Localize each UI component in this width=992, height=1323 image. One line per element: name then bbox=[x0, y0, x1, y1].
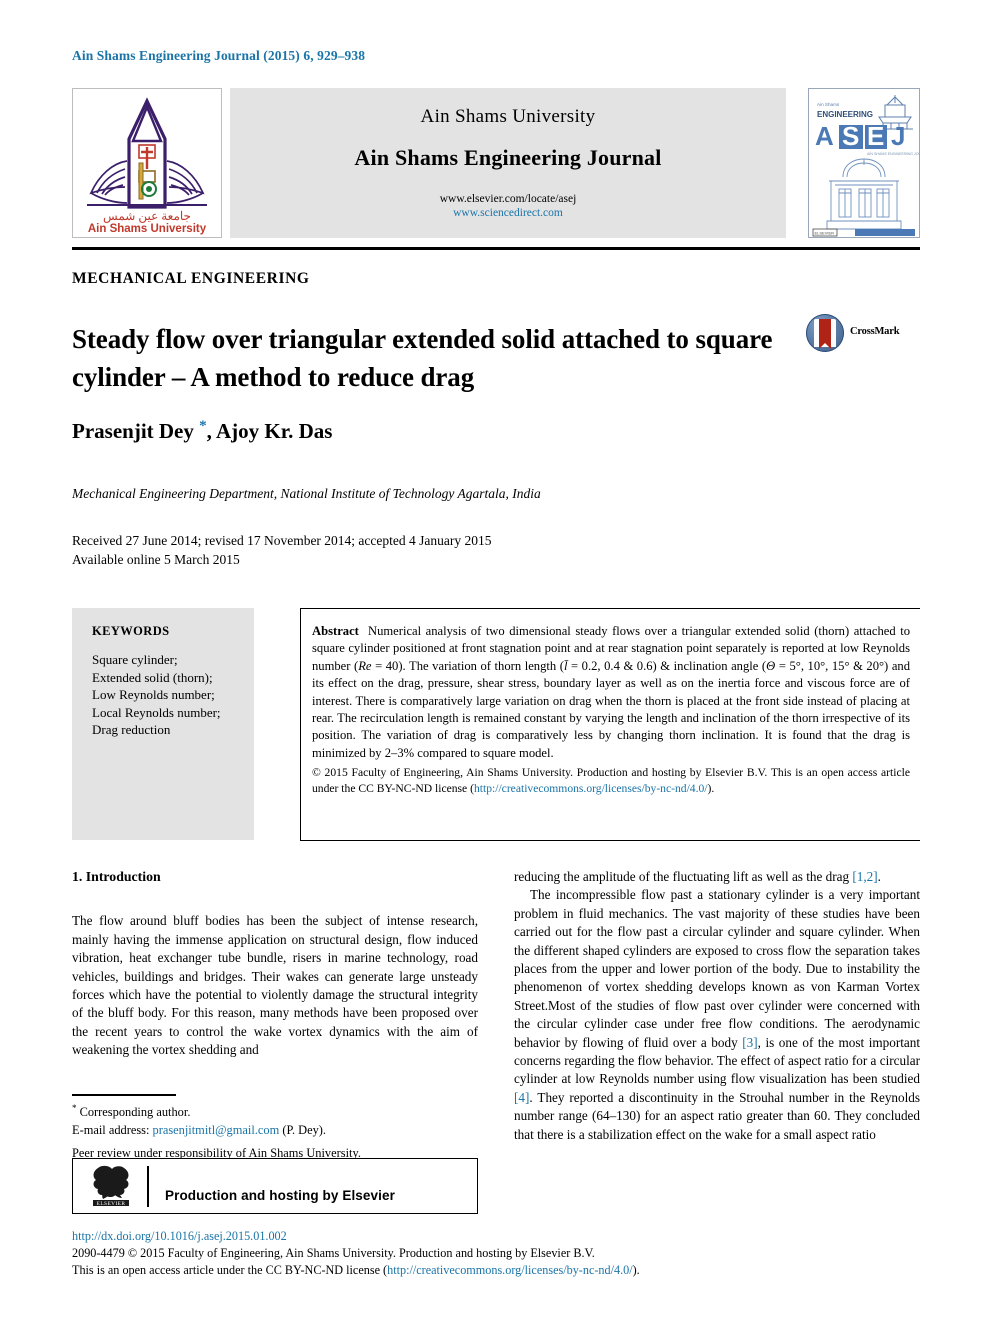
right-para1-end: . bbox=[877, 869, 881, 884]
elsevier-box-divider bbox=[147, 1166, 149, 1207]
abstract-re-symbol: Re bbox=[358, 658, 372, 673]
keyword-item: Square cylinder; bbox=[92, 652, 178, 667]
elsevier-production-label: Production and hosting by Elsevier bbox=[165, 1188, 395, 1203]
abstract-rule-top bbox=[300, 608, 920, 609]
elsevier-locate-url[interactable]: www.elsevier.com/locate/asej bbox=[230, 193, 786, 205]
email-label: E-mail address: bbox=[72, 1123, 153, 1138]
svg-text:جامعة عين شمس: جامعة عين شمس bbox=[103, 209, 191, 223]
reference-link-1-2[interactable]: [1,2] bbox=[852, 869, 877, 884]
svg-text:A: A bbox=[815, 121, 834, 151]
footer-license-line: This is an open access article under the… bbox=[72, 1262, 832, 1279]
running-head: Ain Shams Engineering Journal (2015) 6, … bbox=[72, 48, 366, 63]
abstract-text-2: = 40). The variation of thorn length ( bbox=[371, 658, 564, 673]
corresponding-text: Corresponding author. bbox=[76, 1105, 191, 1120]
abstract-theta-symbol: Θ bbox=[766, 658, 776, 673]
keyword-item: Drag reduction bbox=[92, 722, 171, 737]
footer-license-link[interactable]: http://creativecommons.org/licenses/by-n… bbox=[387, 1263, 633, 1277]
elsevier-tree-icon: ELSEVIER bbox=[89, 1165, 133, 1209]
history-online: Available online 5 March 2015 bbox=[72, 552, 240, 567]
crossmark-badge-icon bbox=[806, 314, 844, 352]
reference-link-4[interactable]: [4] bbox=[514, 1090, 529, 1105]
abstract-text-3: = 0.2, 0.4 & 0.6) & inclination angle ( bbox=[567, 658, 767, 673]
svg-text:E: E bbox=[867, 121, 884, 151]
intro-paragraph-left: The flow around bluff bodies has been th… bbox=[72, 913, 478, 1058]
footnote-block: * Corresponding author. E-mail address: … bbox=[72, 1099, 482, 1162]
abstract-rule-bottom bbox=[300, 840, 920, 841]
svg-text:S: S bbox=[842, 121, 859, 151]
sciencedirect-url[interactable]: www.sciencedirect.com bbox=[230, 207, 786, 219]
right-para2-text-c: . They reported a discontinuity in the S… bbox=[514, 1089, 920, 1142]
svg-text:ELSEVIER: ELSEVIER bbox=[815, 231, 835, 236]
history-received: Received 27 June 2014; revised 17 Novemb… bbox=[72, 533, 492, 548]
elsevier-production-box: ELSEVIER Production and hosting by Elsev… bbox=[72, 1158, 478, 1214]
page-title: Steady flow over triangular extended sol… bbox=[72, 324, 773, 393]
keyword-item: Low Reynolds number; bbox=[92, 687, 215, 702]
keyword-item: Local Reynolds number; bbox=[92, 704, 221, 720]
reference-link-3[interactable]: [3] bbox=[742, 1035, 757, 1050]
crossmark-ribbon-icon bbox=[819, 319, 831, 349]
svg-text:Ain Shams University: Ain Shams University bbox=[88, 223, 207, 235]
keywords-heading: KEYWORDS bbox=[92, 624, 170, 638]
abstract-heading: Abstract bbox=[312, 624, 359, 638]
keywords-list: Square cylinder; Extended solid (thorn);… bbox=[92, 651, 221, 739]
keywords-box: KEYWORDS Square cylinder; Extended solid… bbox=[72, 608, 254, 840]
affiliation: Mechanical Engineering Department, Natio… bbox=[72, 486, 541, 501]
journal-cover-thumbnail: Ain Shams ENGINEERING A S E J AIN SHAMS … bbox=[808, 88, 920, 238]
journal-banner: جامعة عين شمس Ain Shams University Ain S… bbox=[72, 88, 920, 238]
elsevier-logo-icon: ELSEVIER bbox=[93, 1165, 129, 1207]
corresponding-author-note: * Corresponding author. bbox=[72, 1099, 482, 1121]
article-first-page: Ain Shams Engineering Journal (2015) 6, … bbox=[0, 0, 992, 1323]
doi-link[interactable]: http://dx.doi.org/10.1016/j.asej.2015.01… bbox=[72, 1228, 832, 1245]
intro-paragraph-right-2: The incompressible flow past a stationar… bbox=[514, 886, 920, 1144]
body-column-right: reducing the amplitude of the fluctuatin… bbox=[514, 868, 920, 1144]
subject-section-label: MECHANICAL ENGINEERING bbox=[72, 270, 310, 287]
crossmark-label: CrossMark bbox=[850, 326, 900, 337]
author-primary: Prasenjit Dey bbox=[72, 419, 200, 443]
university-crest-icon: جامعة عين شمس Ain Shams University bbox=[87, 97, 207, 235]
svg-text:ELSEVIER: ELSEVIER bbox=[97, 1201, 126, 1207]
right-para2-text-a: The incompressible flow past a stationar… bbox=[514, 887, 920, 1050]
body-column-left: 1. Introduction The flow around bluff bo… bbox=[72, 868, 478, 1060]
corresponding-author-marker[interactable]: * bbox=[199, 418, 207, 434]
author-list: Prasenjit Dey *, Ajoy Kr. Das bbox=[72, 418, 332, 444]
issn-copyright-line: 2090-4479 © 2015 Faculty of Engineering,… bbox=[72, 1246, 595, 1260]
introduction-heading: 1. Introduction bbox=[72, 869, 161, 884]
svg-text:J: J bbox=[891, 121, 905, 151]
author-secondary: , Ajoy Kr. Das bbox=[206, 419, 333, 443]
email-suffix: (P. Dey). bbox=[279, 1123, 327, 1138]
banner-university-name: Ain Shams University bbox=[420, 106, 596, 127]
article-history: Received 27 June 2014; revised 17 Novemb… bbox=[72, 531, 492, 569]
ain-shams-university-logo: جامعة عين شمس Ain Shams University bbox=[72, 88, 222, 238]
asej-cover-icon: Ain Shams ENGINEERING A S E J AIN SHAMS … bbox=[809, 89, 919, 237]
footnote-rule bbox=[72, 1094, 176, 1096]
license-post-text: ). bbox=[632, 1263, 640, 1277]
email-note: E-mail address: prasenjitmitl@gmail.com … bbox=[72, 1121, 482, 1139]
svg-text:AIN SHAMS ENGINEERING JOURNAL: AIN SHAMS ENGINEERING JOURNAL bbox=[867, 152, 919, 156]
intro-paragraph-right-cont: reducing the amplitude of the fluctuatin… bbox=[514, 868, 920, 886]
abstract-copyright: © 2015 Faculty of Engineering, Ain Shams… bbox=[312, 765, 910, 796]
license-link[interactable]: http://creativecommons.org/licenses/by-n… bbox=[474, 782, 708, 795]
abstract-block: Abstract Numerical analysis of two dimen… bbox=[312, 623, 910, 796]
header-divider bbox=[72, 247, 920, 250]
page-footer: http://dx.doi.org/10.1016/j.asej.2015.01… bbox=[72, 1228, 832, 1279]
copyright-end: ). bbox=[707, 781, 715, 795]
crossmark-logo[interactable]: CrossMark bbox=[806, 314, 910, 354]
svg-text:Ain Shams: Ain Shams bbox=[817, 102, 840, 107]
banner-titles: Ain Shams University Ain Shams Engineeri… bbox=[230, 88, 786, 238]
svg-text:ENGINEERING: ENGINEERING bbox=[817, 110, 873, 119]
banner-journal-name: Ain Shams Engineering Journal bbox=[354, 145, 662, 170]
license-pre-text: This is an open access article under the… bbox=[72, 1263, 388, 1277]
email-link[interactable]: prasenjitmitl@gmail.com bbox=[153, 1123, 280, 1137]
right-para1-text: reducing the amplitude of the fluctuatin… bbox=[514, 869, 853, 884]
abstract-text-4: = 5°, 10°, 15° & 20°) and its effect on … bbox=[312, 658, 910, 760]
abstract-rule-left bbox=[300, 608, 301, 840]
keyword-item: Extended solid (thorn); bbox=[92, 669, 213, 685]
